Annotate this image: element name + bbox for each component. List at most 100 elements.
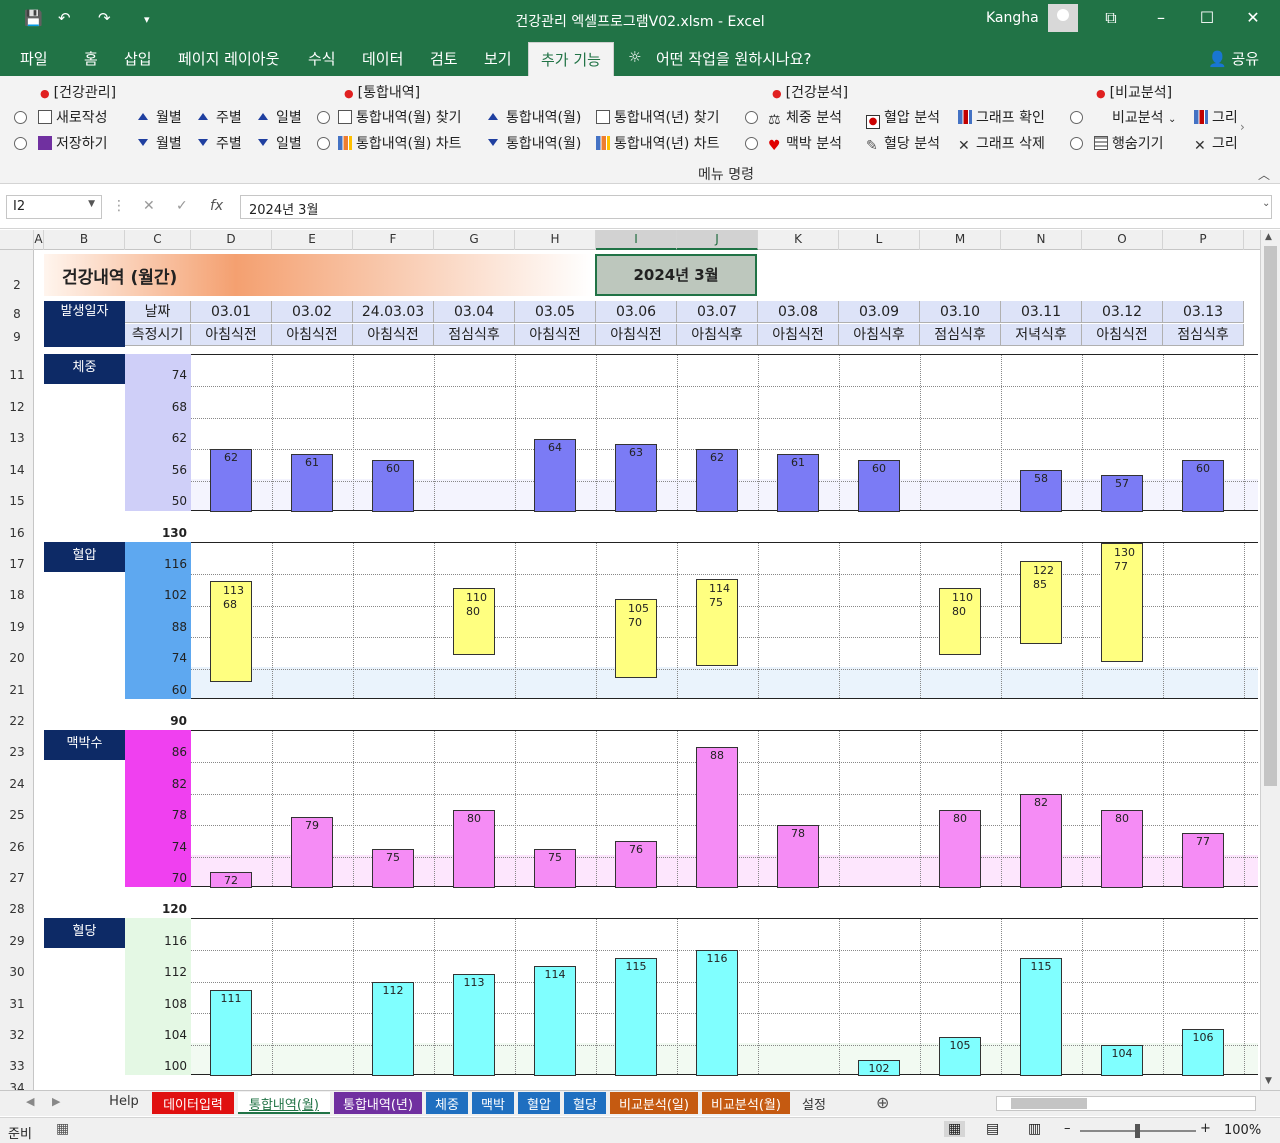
row-header[interactable]: 16 (0, 526, 34, 540)
row-header[interactable]: 27 (0, 871, 34, 885)
column-header[interactable]: N (1001, 230, 1082, 250)
month-cell[interactable]: 2024년 3월 (595, 254, 757, 296)
row-header[interactable]: 31 (0, 997, 34, 1011)
horizontal-scrollbar[interactable] (996, 1096, 1256, 1111)
graph-check-button[interactable]: 그래프 확인 (958, 107, 1045, 127)
formula-input[interactable]: 2024년 3월 (240, 195, 1272, 219)
row-header[interactable]: 17 (0, 557, 34, 571)
row-header[interactable]: 33 (0, 1059, 34, 1073)
date-cell[interactable]: 03.01 (191, 301, 272, 323)
column-header[interactable]: G (434, 230, 515, 250)
int-month-down-button[interactable]: 통합내역(월) (488, 133, 581, 153)
graph-delete-button[interactable]: ✕ 그래프 삭제 (958, 133, 1045, 154)
sugar-analysis-button[interactable]: ✎ 혈당 분석 (866, 133, 940, 154)
sheet-tab[interactable]: Help (100, 1092, 148, 1114)
time-cell[interactable]: 아침식후 (839, 324, 920, 346)
column-header[interactable]: P (1163, 230, 1244, 250)
date-cell[interactable]: 03.04 (434, 301, 515, 323)
radio-hide-rows[interactable] (1070, 137, 1083, 150)
time-cell[interactable]: 아침식전 (1082, 324, 1163, 346)
column-header[interactable]: F (353, 230, 434, 250)
column-header[interactable]: J (677, 230, 758, 250)
monthly-up-button[interactable]: 월별 (138, 107, 182, 127)
row-header[interactable]: 8 (0, 307, 34, 321)
row-header[interactable]: 29 (0, 934, 34, 948)
chart-month-button[interactable]: 통합내역(월) 차트 (338, 133, 462, 153)
share-button[interactable]: 👤 공유 (1208, 48, 1259, 69)
sheet-tab[interactable]: 혈당 (564, 1092, 606, 1114)
row-header[interactable]: 9 (0, 330, 34, 344)
cancel-icon[interactable]: ✕ (143, 198, 155, 214)
expand-formula-icon[interactable]: ⌄ (1262, 198, 1270, 209)
date-cell[interactable]: 03.05 (515, 301, 596, 323)
radio-weight[interactable] (745, 111, 758, 124)
hide-rows-button[interactable]: 행숨기기 (1094, 133, 1164, 153)
time-cell[interactable]: 아침식후 (677, 324, 758, 346)
date-cell[interactable]: 03.02 (272, 301, 353, 323)
column-header[interactable]: A (34, 230, 44, 250)
close-icon[interactable]: ✕ (1230, 6, 1276, 32)
tab-file[interactable]: 파일 (20, 48, 48, 69)
row-header[interactable]: 11 (0, 368, 34, 382)
bp-analysis-button[interactable]: ● 혈압 분석 (866, 107, 940, 129)
tab-add-ins[interactable]: 추가 기능 (528, 42, 614, 76)
column-header[interactable]: D (191, 230, 272, 250)
weekly-down-button[interactable]: 주별 (198, 133, 242, 153)
tab-page-layout[interactable]: 페이지 레이아웃 (178, 48, 279, 69)
normal-view-icon[interactable]: ▦ (944, 1121, 966, 1137)
sheet-tab[interactable]: 비교분석(월) (702, 1092, 790, 1114)
row-header[interactable]: 19 (0, 620, 34, 634)
row-header[interactable]: 32 (0, 1028, 34, 1042)
compare-dropdown[interactable]: 비교분석 ⌄ (1094, 107, 1176, 127)
column-header[interactable]: C (125, 230, 191, 250)
time-cell[interactable]: 저녁식후 (1001, 324, 1082, 346)
row-header[interactable]: 28 (0, 902, 34, 916)
vertical-scrollbar[interactable]: ▲ ▼ (1260, 230, 1280, 1090)
time-cell[interactable]: 아침식전 (758, 324, 839, 346)
find-year-button[interactable]: 통합내역(년) 찾기 (596, 107, 720, 127)
radio-new[interactable] (14, 111, 27, 124)
radio-save[interactable] (14, 137, 27, 150)
scroll-thumb[interactable] (1264, 246, 1277, 786)
sheet-tab[interactable]: 체중 (426, 1092, 468, 1114)
row-header[interactable]: 24 (0, 777, 34, 791)
radio-chart-month[interactable] (317, 137, 330, 150)
time-cell[interactable]: 아침식전 (191, 324, 272, 346)
tab-formulas[interactable]: 수식 (308, 48, 336, 69)
weight-analysis-button[interactable]: ⚖ 체중 분석 (768, 107, 842, 128)
daily-up-button[interactable]: 일별 (258, 107, 302, 127)
radio-pulse[interactable] (745, 137, 758, 150)
row-header[interactable]: 12 (0, 400, 34, 414)
scroll-down-icon[interactable]: ▼ (1265, 1076, 1272, 1086)
time-cell[interactable]: 아침식전 (272, 324, 353, 346)
zoom-in-icon[interactable]: + (1200, 1121, 1211, 1136)
date-cell[interactable]: 03.12 (1082, 301, 1163, 323)
time-cell[interactable]: 아침식전 (515, 324, 596, 346)
time-cell[interactable]: 점심식후 (1163, 324, 1244, 346)
insert-function-icon[interactable]: fx (210, 198, 223, 214)
sheet-tab[interactable]: 데이터입력 (152, 1092, 234, 1114)
tab-view[interactable]: 보기 (484, 48, 512, 69)
row-header[interactable]: 25 (0, 808, 34, 822)
find-month-button[interactable]: 통합내역(월) 찾기 (338, 107, 462, 127)
radio-compare[interactable] (1070, 111, 1083, 124)
maximize-icon[interactable]: ☐ (1184, 6, 1230, 32)
zoom-slider[interactable] (1080, 1124, 1196, 1138)
column-header[interactable]: M (920, 230, 1001, 250)
new-button[interactable]: 새로작성 (38, 107, 108, 127)
time-cell[interactable]: 아침식전 (596, 324, 677, 346)
column-header[interactable]: O (1082, 230, 1163, 250)
macro-record-icon[interactable]: ▦ (56, 1121, 69, 1137)
time-cell[interactable]: 점심식후 (920, 324, 1001, 346)
column-header[interactable]: B (44, 230, 125, 250)
select-all-corner[interactable] (0, 230, 34, 250)
row-header[interactable]: 18 (0, 588, 34, 602)
add-sheet-icon[interactable]: ⊕ (876, 1093, 889, 1112)
tab-insert[interactable]: 삽입 (124, 48, 152, 69)
date-cell[interactable]: 03.11 (1001, 301, 1082, 323)
date-cell[interactable]: 03.06 (596, 301, 677, 323)
zoom-slider-thumb[interactable] (1135, 1124, 1140, 1138)
row-header[interactable]: 30 (0, 965, 34, 979)
graph-more-delete-button[interactable]: ✕ 그리 (1194, 133, 1238, 154)
tell-me-search[interactable]: 어떤 작업을 원하시나요? (656, 48, 812, 69)
